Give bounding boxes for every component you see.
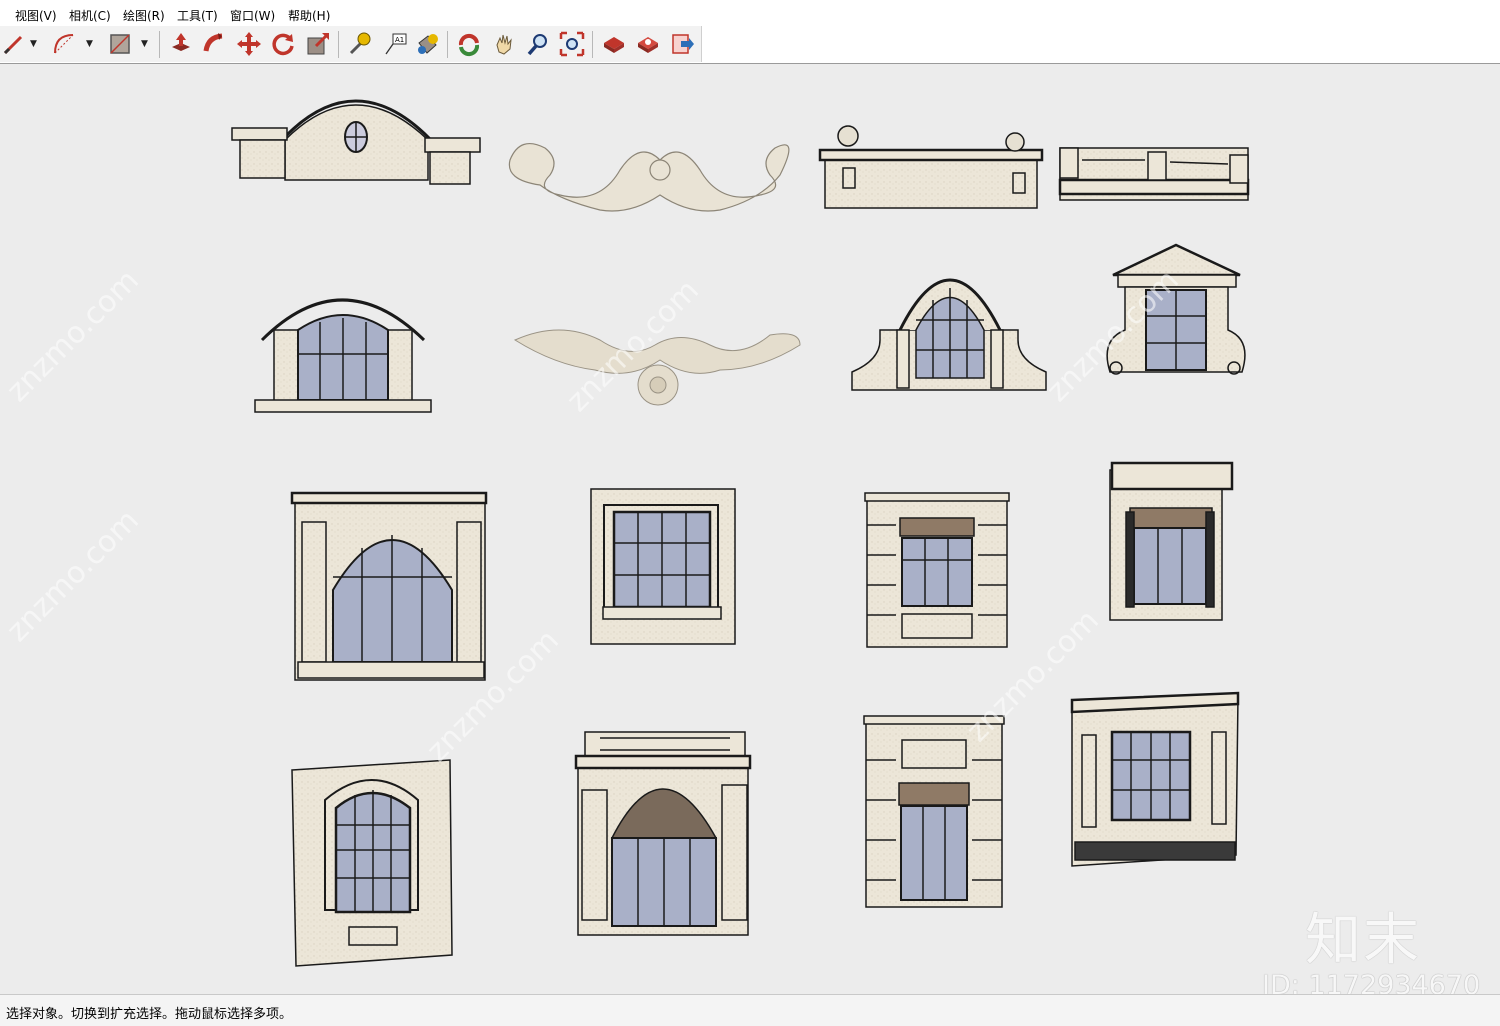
arched-door-portal-model[interactable] [574,731,752,936]
toolbar: ▼ ▼ ▼ A1 [0,25,1500,64]
follow-me-icon[interactable] [201,30,229,58]
text-label-icon[interactable]: A1 [381,30,409,58]
line-dropdown-icon[interactable]: ▼ [30,38,40,50]
brand-watermark: 知末 [1305,908,1421,973]
tape-measure-icon[interactable] [346,30,374,58]
paint-bucket-icon[interactable] [413,30,441,58]
toolbar-strip: ▼ ▼ ▼ A1 [0,26,702,62]
arched-window-model[interactable] [254,298,432,413]
id-watermark: ID: 1172934670 [1262,970,1481,994]
rusticated-window-model[interactable] [864,492,1010,648]
arc-dropdown-icon[interactable]: ▼ [86,38,96,50]
status-bar: 选择对象。切换到扩充选择。拖动鼠标选择多项。 [0,994,1500,1026]
menu-bar: 视图(V) 相机(C) 绘图(R) 工具(T) 窗口(W) 帮助(H) [0,0,1500,25]
orbit-icon[interactable] [455,30,483,58]
arc-icon[interactable] [50,30,78,58]
status-text: 选择对象。切换到扩充选择。拖动鼠标选择多项。 [6,1007,293,1022]
zoom-extents-icon[interactable] [558,30,586,58]
balustrade-with-finials-model[interactable] [818,125,1044,209]
3d-warehouse-icon[interactable] [600,30,628,58]
zoom-icon[interactable] [524,30,552,58]
svg-text:A1: A1 [395,36,404,44]
shape-dropdown-icon[interactable]: ▼ [141,38,151,50]
menu-help[interactable]: 帮助(H) [288,7,330,24]
arched-window-surround-model[interactable] [290,491,488,681]
arched-dormer-window-model[interactable] [851,278,1047,391]
menu-view[interactable]: 视图(V) [15,7,57,24]
scale-icon[interactable] [304,30,332,58]
push-pull-icon[interactable] [167,30,195,58]
arched-pediment-model[interactable] [231,99,481,185]
menu-tools[interactable]: 工具(T) [177,7,218,24]
scroll-ornament-model[interactable] [508,142,790,212]
square-window-model[interactable] [590,488,736,645]
pencil-line-icon[interactable] [0,30,28,58]
menu-window[interactable]: 窗口(W) [230,7,275,24]
corniced-window-model[interactable] [1070,691,1240,867]
tall-arched-window-model[interactable] [291,759,453,967]
balustrade-model[interactable] [1058,147,1250,201]
columned-window-model[interactable] [1109,461,1234,621]
menu-draw[interactable]: 绘图(R) [123,7,165,24]
move-icon[interactable] [235,30,263,58]
model-viewport[interactable]: znzmo.com znzmo.com znzmo.com znzmo.com … [0,64,1500,994]
send-to-layout-icon[interactable] [668,30,696,58]
pan-hand-icon[interactable] [490,30,518,58]
rectangle-shape-icon[interactable] [106,30,134,58]
menu-camera[interactable]: 相机(C) [69,7,111,24]
rotate-icon[interactable] [269,30,297,58]
extension-warehouse-icon[interactable] [634,30,662,58]
